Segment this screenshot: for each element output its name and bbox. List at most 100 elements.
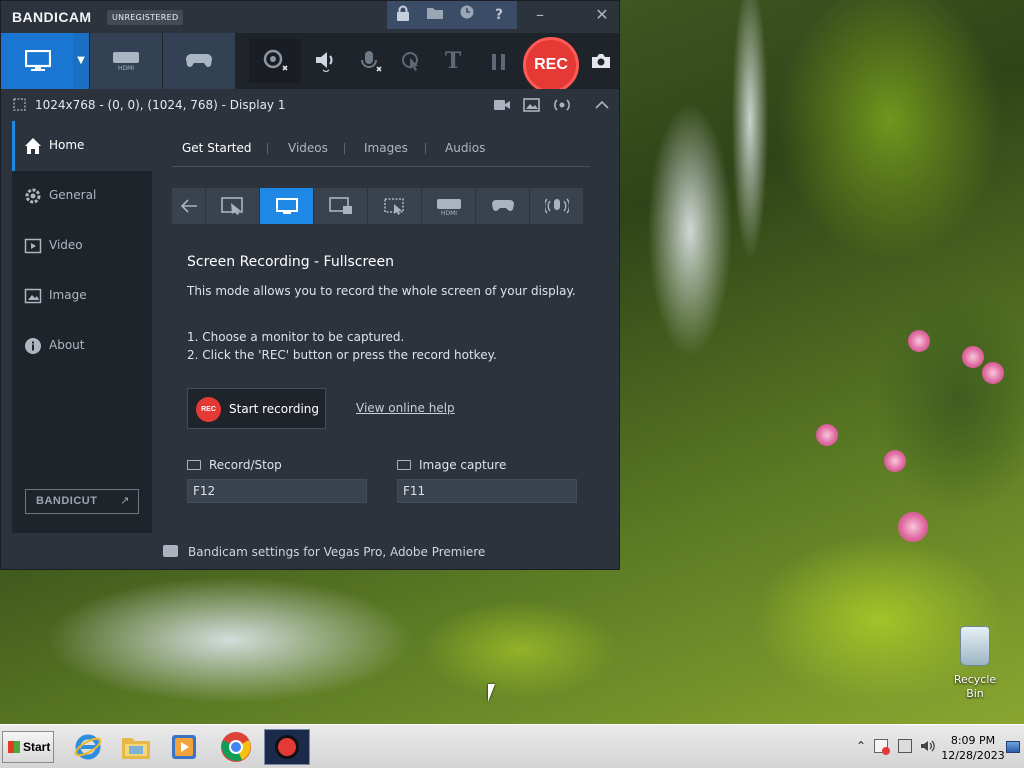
tab-videos[interactable]: Videos xyxy=(288,141,328,155)
tab-get-started[interactable]: Get Started xyxy=(182,141,252,155)
flower-decoration xyxy=(898,512,928,542)
keyboard-icon xyxy=(187,460,201,470)
footer-tip-link[interactable]: Bandicam settings for Vegas Pro, Adobe P… xyxy=(188,545,485,559)
tab-divider xyxy=(425,143,426,154)
windows-logo-icon xyxy=(8,741,20,753)
hotkey-label-record: Record/Stop xyxy=(209,458,282,472)
clock-icon[interactable] xyxy=(454,5,480,25)
action-center-flag-icon[interactable] xyxy=(874,739,890,755)
audio-only-icon[interactable] xyxy=(530,188,584,224)
mode-dropdown-chevron-icon[interactable]: ▼ xyxy=(73,33,89,89)
game-recording-mode[interactable] xyxy=(163,33,235,89)
start-recording-button[interactable]: REC Start recording xyxy=(187,388,326,429)
game-controller-icon[interactable] xyxy=(476,188,530,224)
chevron-up-icon[interactable] xyxy=(593,97,611,113)
online-help-link[interactable]: View online help xyxy=(356,401,455,415)
flower-decoration xyxy=(816,424,838,446)
sidebar-item-label: Image xyxy=(49,288,87,302)
rec-badge-icon: REC xyxy=(196,397,221,422)
screenshot-icon[interactable] xyxy=(583,39,619,83)
video-camera-icon[interactable] xyxy=(493,97,511,113)
show-desktop-button[interactable] xyxy=(1006,741,1020,753)
footer-bar: Bandicam settings for Vegas Pro, Adobe P… xyxy=(1,533,619,569)
internet-explorer-icon[interactable] xyxy=(68,729,108,765)
content-tabs: Get Started Videos Images Audios xyxy=(172,141,590,167)
hotkey-label-image: Image capture xyxy=(419,458,507,472)
recycle-bin[interactable]: Recycle Bin xyxy=(944,626,1006,700)
help-icon[interactable]: ? xyxy=(486,5,512,25)
audio-broadcast-icon[interactable] xyxy=(553,97,571,113)
hotkey-field-record[interactable]: F12 xyxy=(187,479,367,503)
flower-decoration xyxy=(884,450,906,472)
lock-icon[interactable] xyxy=(390,5,416,25)
svg-text:HDMI: HDMI xyxy=(118,65,134,71)
webcam-overlay-icon[interactable] xyxy=(249,39,301,83)
chrome-icon[interactable] xyxy=(216,729,256,765)
recording-area-bar: 1024x768 - (0, 0), (1024, 768) - Display… xyxy=(1,89,619,121)
gear-icon xyxy=(25,188,41,204)
minimize-button[interactable]: – xyxy=(525,3,555,27)
bandicam-window: BANDICAM UNREGISTERED ? – ✕ ▼ HDMI T REC… xyxy=(0,0,620,570)
flower-decoration xyxy=(908,330,930,352)
folder-icon[interactable] xyxy=(422,5,448,25)
start-button[interactable]: Start xyxy=(2,731,54,763)
title-bar[interactable]: BANDICAM UNREGISTERED ? – ✕ xyxy=(1,1,619,33)
tab-divider xyxy=(267,143,268,154)
show-hidden-icons-chevron[interactable]: ⌃ xyxy=(856,739,866,753)
tab-images[interactable]: Images xyxy=(364,141,408,155)
clock-date: 12/28/2023 xyxy=(941,749,1005,762)
bandicut-button[interactable]: BANDICUT ↗ xyxy=(25,489,139,514)
close-button[interactable]: ✕ xyxy=(587,3,617,27)
clock-time: 8:09 PM xyxy=(950,734,996,747)
recording-toolbar: ▼ HDMI T REC xyxy=(1,33,619,93)
sidebar-item-general[interactable]: General xyxy=(12,171,152,221)
hdmi-device-icon[interactable]: HDMI xyxy=(422,188,476,224)
volume-icon[interactable] xyxy=(920,739,936,756)
around-mouse-icon[interactable] xyxy=(368,188,422,224)
svg-text:HDMI: HDMI xyxy=(441,210,457,216)
bandicut-label: BANDICUT xyxy=(36,495,98,507)
keyboard-icon xyxy=(397,460,411,470)
media-player-icon[interactable] xyxy=(164,729,204,765)
image-icon xyxy=(24,288,42,304)
device-recording-mode[interactable]: HDMI xyxy=(90,33,162,89)
speaker-icon[interactable] xyxy=(306,39,346,83)
sidebar-item-home[interactable]: Home xyxy=(12,121,152,171)
home-icon xyxy=(25,138,41,154)
screen-recording-mode[interactable] xyxy=(1,33,73,89)
bandicam-icon[interactable] xyxy=(264,729,310,765)
recording-area-text: 1024x768 - (0, 0), (1024, 768) - Display… xyxy=(35,98,286,112)
fullscreen-icon[interactable] xyxy=(260,188,314,224)
sidebar-item-image[interactable]: Image xyxy=(12,271,152,321)
hotkey-field-image[interactable]: F11 xyxy=(397,479,577,503)
section-title: Screen Recording - Fullscreen xyxy=(187,254,395,270)
tab-audios[interactable]: Audios xyxy=(445,141,485,155)
sidebar-item-about[interactable]: About xyxy=(12,321,152,371)
back-arrow-icon[interactable] xyxy=(172,188,206,224)
select-area-icon[interactable] xyxy=(206,188,260,224)
rec-button[interactable]: REC xyxy=(523,37,579,93)
sidebar-item-label: Home xyxy=(49,138,85,152)
microphone-icon[interactable] xyxy=(347,39,387,83)
selection-area-icon xyxy=(13,98,26,111)
bandicam-logo: BANDICAM xyxy=(12,9,92,25)
file-explorer-icon[interactable] xyxy=(116,729,156,765)
start-recording-label: Start recording xyxy=(229,402,320,416)
sidebar-item-video[interactable]: Video xyxy=(12,221,152,271)
mouse-cursor-icon xyxy=(488,684,495,702)
gamepad-icon xyxy=(186,54,212,67)
recycle-bin-icon xyxy=(960,626,990,666)
unregistered-badge[interactable]: UNREGISTERED xyxy=(107,10,184,25)
text-overlay-icon[interactable]: T xyxy=(433,39,473,83)
hdmi-icon: HDMI xyxy=(113,52,139,71)
network-icon[interactable] xyxy=(898,739,912,753)
picture-icon[interactable] xyxy=(523,97,541,113)
instruction-step-1: 1. Choose a monitor to be captured. xyxy=(187,330,405,344)
flower-decoration xyxy=(962,346,984,368)
pause-icon[interactable] xyxy=(479,39,519,83)
sidebar-item-label: About xyxy=(49,338,85,352)
system-clock[interactable]: 8:09 PM 12/28/2023 xyxy=(938,733,1008,763)
sidebar-item-label: General xyxy=(49,188,97,202)
cursor-effects-icon[interactable] xyxy=(391,39,431,83)
window-lock-icon[interactable] xyxy=(314,188,368,224)
